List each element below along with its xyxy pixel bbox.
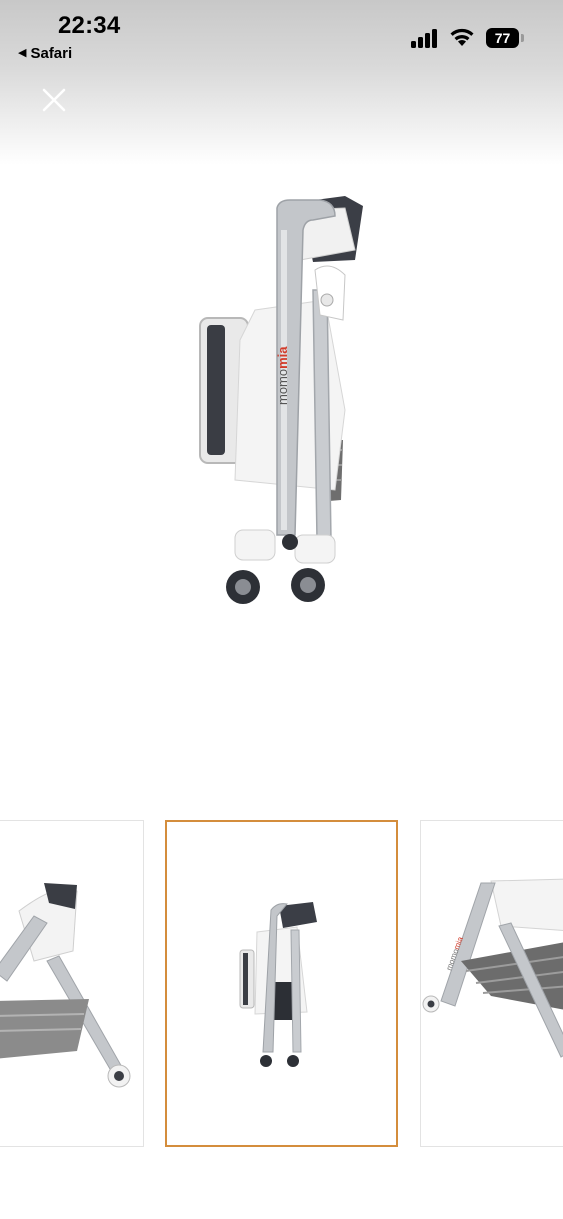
close-icon <box>42 88 66 112</box>
battery-level: 77 <box>494 30 511 46</box>
thumbnail-2[interactable] <box>165 820 398 1147</box>
thumbnail-3-image: momomia <box>422 878 563 1058</box>
cellular-signal-icon <box>411 29 437 48</box>
status-bar: 22:34 ◀ Safari 77 <box>0 0 563 70</box>
product-image-main[interactable]: momomia <box>195 190 375 610</box>
thumbnail-3[interactable]: momomia <box>420 820 563 1147</box>
status-time: 22:34 <box>58 12 121 39</box>
battery-tip <box>521 34 524 42</box>
close-button[interactable] <box>38 84 70 116</box>
battery-icon: 77 <box>486 28 519 48</box>
back-to-app-link[interactable]: ◀ Safari <box>18 45 72 62</box>
thumbnail-1-image <box>0 883 131 1088</box>
wifi-icon <box>450 28 474 46</box>
brand-label: momomia <box>275 346 290 405</box>
back-triangle-icon: ◀ <box>18 47 27 59</box>
thumbnail-2-image <box>239 902 317 1067</box>
thumbnail-1[interactable] <box>0 820 144 1147</box>
back-app-label: Safari <box>30 45 73 62</box>
